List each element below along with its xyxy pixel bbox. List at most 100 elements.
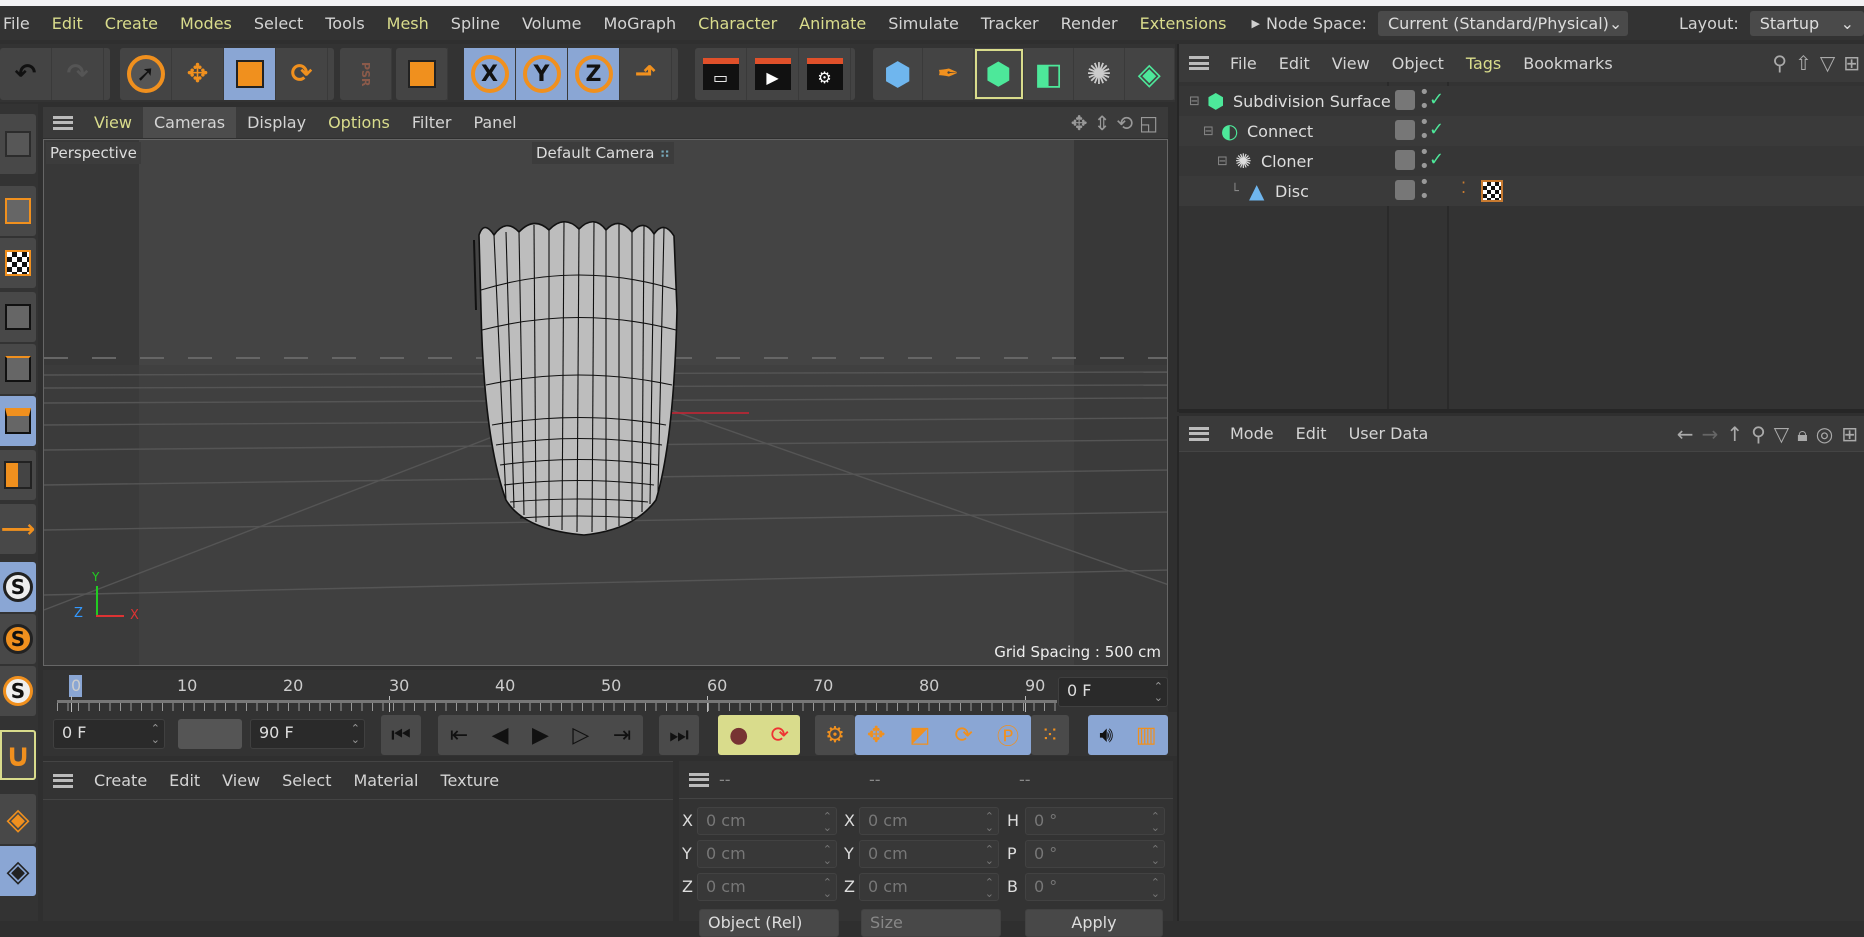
- camera-label[interactable]: Default Camera ⠶: [532, 142, 675, 164]
- record-icon[interactable]: ●: [729, 723, 748, 748]
- back-arrow-icon[interactable]: ←: [1677, 422, 1694, 446]
- next-key-icon[interactable]: ⇥: [613, 723, 631, 748]
- viewport-menu-cameras[interactable]: Cameras: [142, 107, 237, 138]
- magnet-button[interactable]: ∪: [0, 730, 36, 780]
- hamburger-menu-icon[interactable]: [1189, 426, 1209, 441]
- spinner-icon[interactable]: ⌃ ⌄: [985, 877, 994, 899]
- object-menu-bookmarks[interactable]: Bookmarks: [1512, 48, 1623, 79]
- enabled-check-icon[interactable]: ✓: [1429, 89, 1444, 110]
- pan-icon[interactable]: ✥: [1071, 111, 1088, 135]
- menu-create[interactable]: Create: [94, 14, 169, 33]
- spinner-icon[interactable]: ⌃ ⌄: [985, 844, 994, 866]
- tree-expand-icon[interactable]: ⊟: [1203, 124, 1221, 139]
- coord-field[interactable]: 0 cm ⌃ ⌄: [697, 807, 837, 835]
- next-frame-icon[interactable]: ▷: [572, 723, 589, 748]
- layer-toggle-icon[interactable]: [1395, 120, 1415, 140]
- play-icon[interactable]: ▶: [532, 723, 549, 748]
- psr-button[interactable]: PSR: [340, 48, 392, 100]
- end-frame-field[interactable]: 90 F ⌃ ⌄: [250, 719, 365, 749]
- spinner-icon[interactable]: ⌃ ⌄: [351, 723, 360, 745]
- pen-button[interactable]: ✒: [923, 48, 974, 100]
- object-name[interactable]: Disc: [1275, 182, 1309, 201]
- param-key-icon[interactable]: Ⓟ: [997, 719, 1019, 751]
- node-space-arrow-icon[interactable]: ▶: [1251, 17, 1259, 30]
- spinner-icon[interactable]: ⌃ ⌄: [151, 723, 160, 745]
- start-frame-field[interactable]: 0 F ⌃ ⌄: [53, 719, 165, 749]
- menu-mograph[interactable]: MoGraph: [592, 14, 687, 33]
- coord-field[interactable]: 0 cm ⌃ ⌄: [697, 873, 837, 901]
- attribute-menu-edit[interactable]: Edit: [1285, 418, 1338, 449]
- material-menu-select[interactable]: Select: [271, 765, 342, 796]
- render-view-button[interactable]: ▭: [695, 48, 747, 100]
- material-menu-edit[interactable]: Edit: [158, 765, 211, 796]
- prev-frame-icon[interactable]: ◀: [492, 723, 509, 748]
- deformer-button[interactable]: ◈: [1125, 48, 1175, 100]
- viewport-menu-panel[interactable]: Panel: [462, 107, 527, 138]
- range-slider[interactable]: [178, 719, 242, 749]
- object-row-connect[interactable]: ⊟ ◐ Connect • • ✓: [1179, 114, 1864, 146]
- autokey-icon[interactable]: ⟳: [770, 723, 788, 748]
- pla-key-button[interactable]: ⁙: [1031, 715, 1069, 755]
- menu-volume[interactable]: Volume: [511, 14, 593, 33]
- cube-button[interactable]: ⬢: [873, 48, 924, 100]
- texture-mode-button[interactable]: [0, 238, 36, 288]
- render-settings-button[interactable]: ⚙: [799, 48, 851, 100]
- x-axis-button[interactable]: X: [464, 48, 516, 100]
- redo-button[interactable]: ↷: [52, 48, 104, 100]
- layer-toggle-icon[interactable]: [1395, 150, 1415, 170]
- material-menu-texture[interactable]: Texture: [429, 765, 510, 796]
- coord-field[interactable]: 0 cm ⌃ ⌄: [859, 873, 999, 901]
- rotate-button[interactable]: ⟳: [276, 48, 328, 100]
- keyframe-selection-button[interactable]: ⚙: [815, 715, 855, 755]
- object-row-subdivision-surface[interactable]: ⊟ ⬢ Subdivision Surface • • ✓: [1179, 84, 1864, 116]
- material-menu-material[interactable]: Material: [342, 765, 429, 796]
- spinner-icon[interactable]: ⌃ ⌄: [985, 811, 994, 833]
- spinner-icon[interactable]: ⌃ ⌄: [1154, 681, 1163, 703]
- model-mode-button[interactable]: [0, 186, 36, 236]
- make-editable-button[interactable]: [0, 114, 36, 174]
- maximize-icon[interactable]: ◱: [1139, 111, 1158, 135]
- object-menu-tags[interactable]: Tags: [1455, 48, 1512, 79]
- menu-render[interactable]: Render: [1050, 14, 1129, 33]
- menu-select[interactable]: Select: [243, 14, 314, 33]
- polygons-mode-button[interactable]: [0, 396, 36, 446]
- apply-button[interactable]: Apply: [1025, 909, 1163, 937]
- y-axis-button[interactable]: Y: [516, 48, 568, 100]
- object-menu-edit[interactable]: Edit: [1268, 48, 1321, 79]
- menu-mesh[interactable]: Mesh: [376, 14, 440, 33]
- snap-button[interactable]: S: [0, 562, 36, 612]
- live-selection-button[interactable]: ➚: [120, 48, 172, 100]
- texture-tag-icon[interactable]: [1481, 180, 1503, 202]
- viewport-menu-filter[interactable]: Filter: [401, 107, 463, 138]
- hamburger-menu-icon[interactable]: [53, 773, 73, 788]
- orbit-icon[interactable]: ⟲: [1116, 111, 1133, 135]
- object-name[interactable]: Subdivision Surface: [1233, 92, 1391, 111]
- z-axis-button[interactable]: Z: [568, 48, 620, 100]
- viewport-menu-view[interactable]: View: [83, 107, 143, 138]
- workplane-button[interactable]: ◈: [0, 794, 36, 844]
- coord-field[interactable]: 0 cm ⌃ ⌄: [859, 807, 999, 835]
- spinner-icon[interactable]: ⌃ ⌄: [823, 877, 832, 899]
- object-row-disc[interactable]: └ ▲ Disc • • ⁚: [1179, 174, 1864, 206]
- menu-spline[interactable]: Spline: [440, 14, 511, 33]
- new-window-icon[interactable]: ⊞: [1843, 51, 1860, 75]
- edges-mode-button[interactable]: [0, 344, 36, 394]
- object-menu-object[interactable]: Object: [1381, 48, 1455, 79]
- subdivision-surface-button[interactable]: ⬢: [974, 48, 1024, 100]
- viewport-menu-display[interactable]: Display: [236, 107, 317, 138]
- uv-mode-button[interactable]: [0, 450, 36, 500]
- scale-button[interactable]: [224, 48, 276, 100]
- render-to-picture-viewer-button[interactable]: ▶: [747, 48, 799, 100]
- object-menu-view[interactable]: View: [1321, 48, 1381, 79]
- target-icon[interactable]: ◎: [1816, 422, 1833, 446]
- layer-toggle-icon[interactable]: [1395, 90, 1415, 110]
- tree-expand-icon[interactable]: ⊟: [1189, 94, 1207, 109]
- grid-button[interactable]: ◈: [0, 846, 36, 896]
- workplane-snap-button[interactable]: S: [0, 614, 36, 664]
- visibility-dots-icon[interactable]: • •: [1419, 174, 1430, 206]
- rotate-key-icon[interactable]: ⟳: [954, 723, 972, 748]
- attribute-menu-user-data[interactable]: User Data: [1338, 418, 1440, 449]
- object-menu-file[interactable]: File: [1219, 48, 1268, 79]
- menu-file[interactable]: File: [0, 14, 41, 33]
- timeline[interactable]: 0 10 20 30 40 50 60 70 80 90 0 F ⌃ ⌄: [43, 670, 1168, 712]
